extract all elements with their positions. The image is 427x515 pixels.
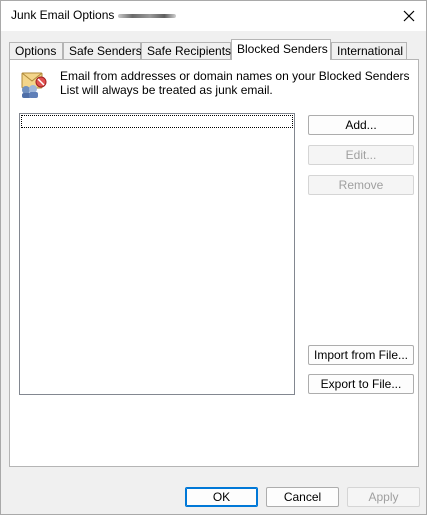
window-title: Junk Email Options - — [11, 8, 122, 22]
apply-button[interactable]: Apply — [347, 487, 420, 507]
tab-blocked-senders[interactable]: Blocked Senders — [231, 39, 331, 60]
blocked-senders-description: Email from addresses or domain names on … — [60, 69, 410, 97]
ok-button[interactable]: OK — [185, 487, 258, 507]
list-focus-row[interactable] — [21, 115, 293, 128]
blocked-senders-panel: Email from addresses or domain names on … — [9, 59, 419, 467]
import-from-file-button[interactable]: Import from File... — [308, 345, 414, 365]
tab-safe-recipients[interactable]: Safe Recipients — [141, 42, 231, 59]
junk-email-options-dialog: Junk Email Options - Options Safe Sender… — [0, 0, 427, 515]
blocked-senders-list[interactable] — [19, 113, 295, 395]
close-icon — [403, 10, 415, 22]
export-to-file-button[interactable]: Export to File... — [308, 374, 414, 394]
blocked-senders-icon — [21, 72, 47, 98]
close-button[interactable] — [396, 3, 422, 29]
tab-options[interactable]: Options — [9, 42, 63, 59]
cancel-button[interactable]: Cancel — [266, 487, 339, 507]
tab-international[interactable]: International — [331, 42, 407, 59]
add-button[interactable]: Add... — [308, 115, 414, 135]
title-bar: Junk Email Options - — [1, 1, 426, 31]
tab-safe-senders[interactable]: Safe Senders — [63, 42, 142, 59]
remove-button[interactable]: Remove — [308, 175, 414, 195]
redacted-text — [118, 14, 176, 18]
edit-button[interactable]: Edit... — [308, 145, 414, 165]
